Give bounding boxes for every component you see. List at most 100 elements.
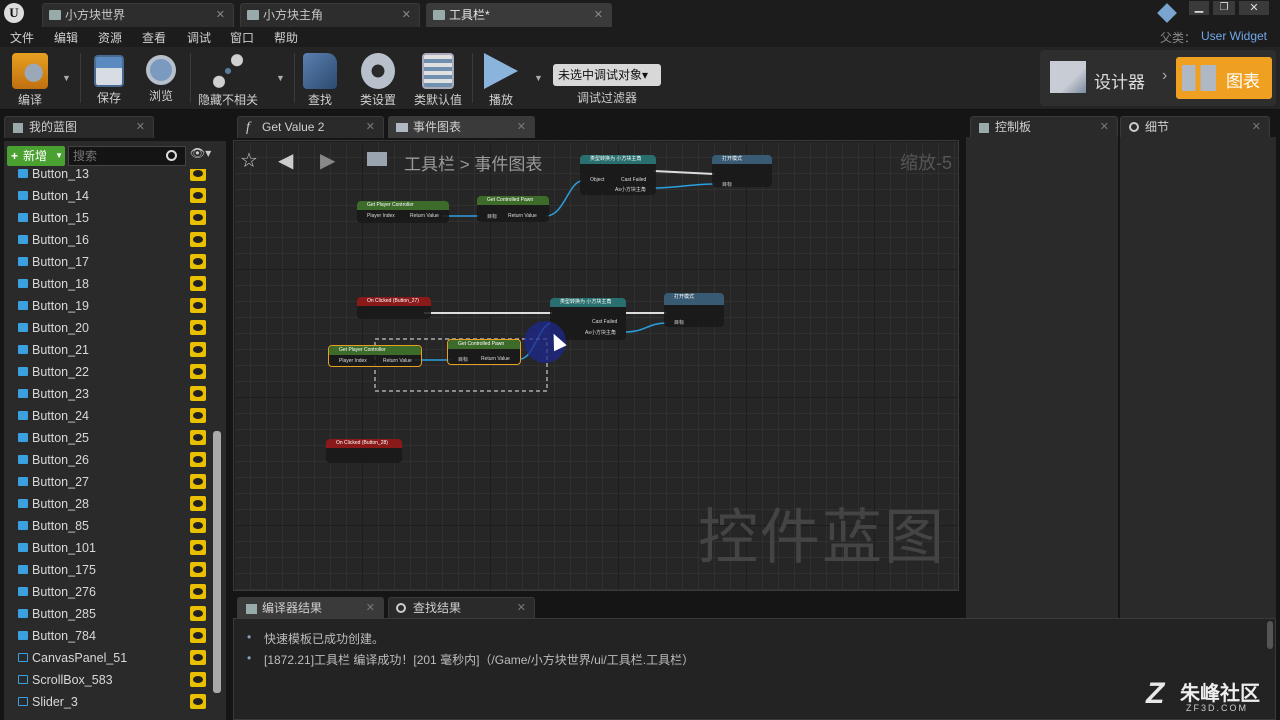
- close-icon[interactable]: ✕: [1252, 117, 1261, 138]
- visibility-eye-icon[interactable]: [190, 364, 206, 379]
- menu-debug[interactable]: 调试: [187, 29, 211, 46]
- list-item[interactable]: Button_18: [16, 273, 212, 295]
- compile-options-arrow[interactable]: ▼: [62, 73, 71, 83]
- parent-class-link[interactable]: User Widget: [1201, 29, 1267, 43]
- list-item[interactable]: Button_25: [16, 427, 212, 449]
- node-get-controlled-pawn-top[interactable]: Get Controlled Pawn 目标 Return Value: [477, 196, 549, 222]
- compile-button[interactable]: 编译: [4, 49, 56, 107]
- tab-compiler-results[interactable]: 编译器结果 ✕: [237, 597, 384, 619]
- designer-mode-button[interactable]: 设计器: [1048, 57, 1164, 99]
- visibility-eye-icon[interactable]: [190, 430, 206, 445]
- node-get-player-controller[interactable]: Get Player Controller Player Index Return …: [328, 345, 422, 367]
- visibility-eye-icon[interactable]: [190, 169, 206, 181]
- visibility-eye-icon[interactable]: [190, 188, 206, 203]
- node-on-clicked-button-28[interactable]: On Clicked (Button_28): [326, 439, 402, 463]
- play-options-arrow[interactable]: ▼: [534, 73, 543, 83]
- list-item[interactable]: Button_19: [16, 295, 212, 317]
- visibility-eye-icon[interactable]: [190, 298, 206, 313]
- search-icon[interactable]: [166, 150, 177, 161]
- visibility-eye-icon[interactable]: [190, 518, 206, 533]
- list-item[interactable]: Button_101: [16, 537, 212, 559]
- menu-window[interactable]: 窗口: [230, 29, 254, 46]
- visibility-eye-icon[interactable]: [190, 254, 206, 269]
- tab-palette[interactable]: 控制板 ✕: [970, 116, 1118, 138]
- list-item[interactable]: Button_22: [16, 361, 212, 383]
- minimize-button[interactable]: ▁: [1189, 1, 1209, 15]
- visibility-eye-icon[interactable]: [190, 320, 206, 335]
- tab-details[interactable]: 细节 ✕: [1120, 116, 1270, 138]
- tab-world[interactable]: 小方块世界 ✕: [42, 3, 234, 27]
- close-icon[interactable]: ✕: [136, 117, 145, 138]
- close-icon[interactable]: ✕: [517, 117, 526, 138]
- learn-icon[interactable]: [1157, 3, 1177, 23]
- close-icon[interactable]: ✕: [1100, 117, 1109, 138]
- list-item[interactable]: Button_14: [16, 185, 212, 207]
- class-settings-button[interactable]: 类设置: [354, 49, 402, 107]
- list-item[interactable]: Button_13: [16, 169, 212, 185]
- visibility-options-icon[interactable]: 👁▾: [190, 146, 211, 160]
- add-new-button[interactable]: + 新增 ▼: [7, 146, 65, 166]
- list-item[interactable]: Button_26: [16, 449, 212, 471]
- list-item[interactable]: Button_175: [16, 559, 212, 581]
- node-get-controlled-pawn[interactable]: Get Controlled Pawn 目标 Return Value: [447, 339, 521, 365]
- list-item[interactable]: Button_85: [16, 515, 212, 537]
- maximize-button[interactable]: ❐: [1213, 1, 1235, 15]
- list-item[interactable]: ScrollBox_583: [16, 669, 212, 691]
- visibility-eye-icon[interactable]: [190, 276, 206, 291]
- tab-toolbar[interactable]: 工具栏* ✕: [426, 3, 612, 27]
- visibility-eye-icon[interactable]: [190, 540, 206, 555]
- list-item[interactable]: Button_27: [16, 471, 212, 493]
- visibility-eye-icon[interactable]: [190, 452, 206, 467]
- browse-button[interactable]: 浏览: [136, 49, 186, 107]
- visibility-eye-icon[interactable]: [190, 232, 206, 247]
- tab-event-graph[interactable]: 事件图表 ✕: [388, 116, 535, 138]
- visibility-eye-icon[interactable]: [190, 342, 206, 357]
- class-defaults-button[interactable]: 类默认值: [410, 49, 466, 107]
- list-item[interactable]: Button_285: [16, 603, 212, 625]
- close-icon[interactable]: ✕: [517, 598, 526, 619]
- close-icon[interactable]: ✕: [366, 598, 375, 619]
- log-scrollbar[interactable]: [1267, 621, 1273, 649]
- menu-asset[interactable]: 资源: [98, 29, 122, 46]
- menu-edit[interactable]: 编辑: [54, 29, 78, 46]
- node-open-mode-function[interactable]: 打开模式 目标: [664, 293, 724, 327]
- unreal-logo-icon[interactable]: U: [4, 3, 24, 23]
- visibility-eye-icon[interactable]: [190, 694, 206, 709]
- close-icon[interactable]: ✕: [366, 117, 375, 138]
- list-item[interactable]: Button_21: [16, 339, 212, 361]
- node-function-top[interactable]: 打开模式 目标: [712, 155, 772, 188]
- tab-find-results[interactable]: 查找结果 ✕: [388, 597, 535, 619]
- list-item[interactable]: Button_28: [16, 493, 212, 515]
- visibility-eye-icon[interactable]: [190, 562, 206, 577]
- list-item[interactable]: CanvasPanel_51: [16, 647, 212, 669]
- visibility-eye-icon[interactable]: [190, 496, 206, 511]
- graph-mode-button[interactable]: 图表: [1176, 57, 1272, 99]
- close-icon[interactable]: ✕: [594, 4, 603, 26]
- close-icon[interactable]: ✕: [216, 4, 225, 26]
- list-item[interactable]: Button_23: [16, 383, 212, 405]
- node-get-player-controller-top[interactable]: Get Player Controller Player Index Return …: [357, 201, 449, 223]
- visibility-eye-icon[interactable]: [190, 606, 206, 621]
- hide-options-arrow[interactable]: ▼: [276, 73, 285, 83]
- list-item[interactable]: Slider_3: [16, 691, 212, 713]
- node-on-clicked-button-27[interactable]: On Clicked (Button_27): [357, 297, 431, 319]
- visibility-eye-icon[interactable]: [190, 408, 206, 423]
- list-item[interactable]: Button_17: [16, 251, 212, 273]
- list-item[interactable]: Button_15: [16, 207, 212, 229]
- find-button[interactable]: 查找: [298, 49, 342, 107]
- menu-help[interactable]: 帮助: [274, 29, 298, 46]
- save-button[interactable]: 保存: [88, 49, 130, 107]
- visibility-eye-icon[interactable]: [190, 672, 206, 687]
- visibility-eye-icon[interactable]: [190, 650, 206, 665]
- scrollbar[interactable]: [213, 431, 221, 693]
- play-button[interactable]: 播放: [476, 49, 526, 107]
- debug-object-dropdown[interactable]: 未选中调试对象▾: [553, 64, 661, 86]
- visibility-eye-icon[interactable]: [190, 584, 206, 599]
- close-icon[interactable]: ✕: [402, 4, 411, 26]
- tab-character[interactable]: 小方块主角 ✕: [240, 3, 420, 27]
- visibility-eye-icon[interactable]: [190, 210, 206, 225]
- visibility-eye-icon[interactable]: [190, 386, 206, 401]
- list-item[interactable]: Button_784: [16, 625, 212, 647]
- menu-view[interactable]: 查看: [142, 29, 166, 46]
- list-item[interactable]: Button_20: [16, 317, 212, 339]
